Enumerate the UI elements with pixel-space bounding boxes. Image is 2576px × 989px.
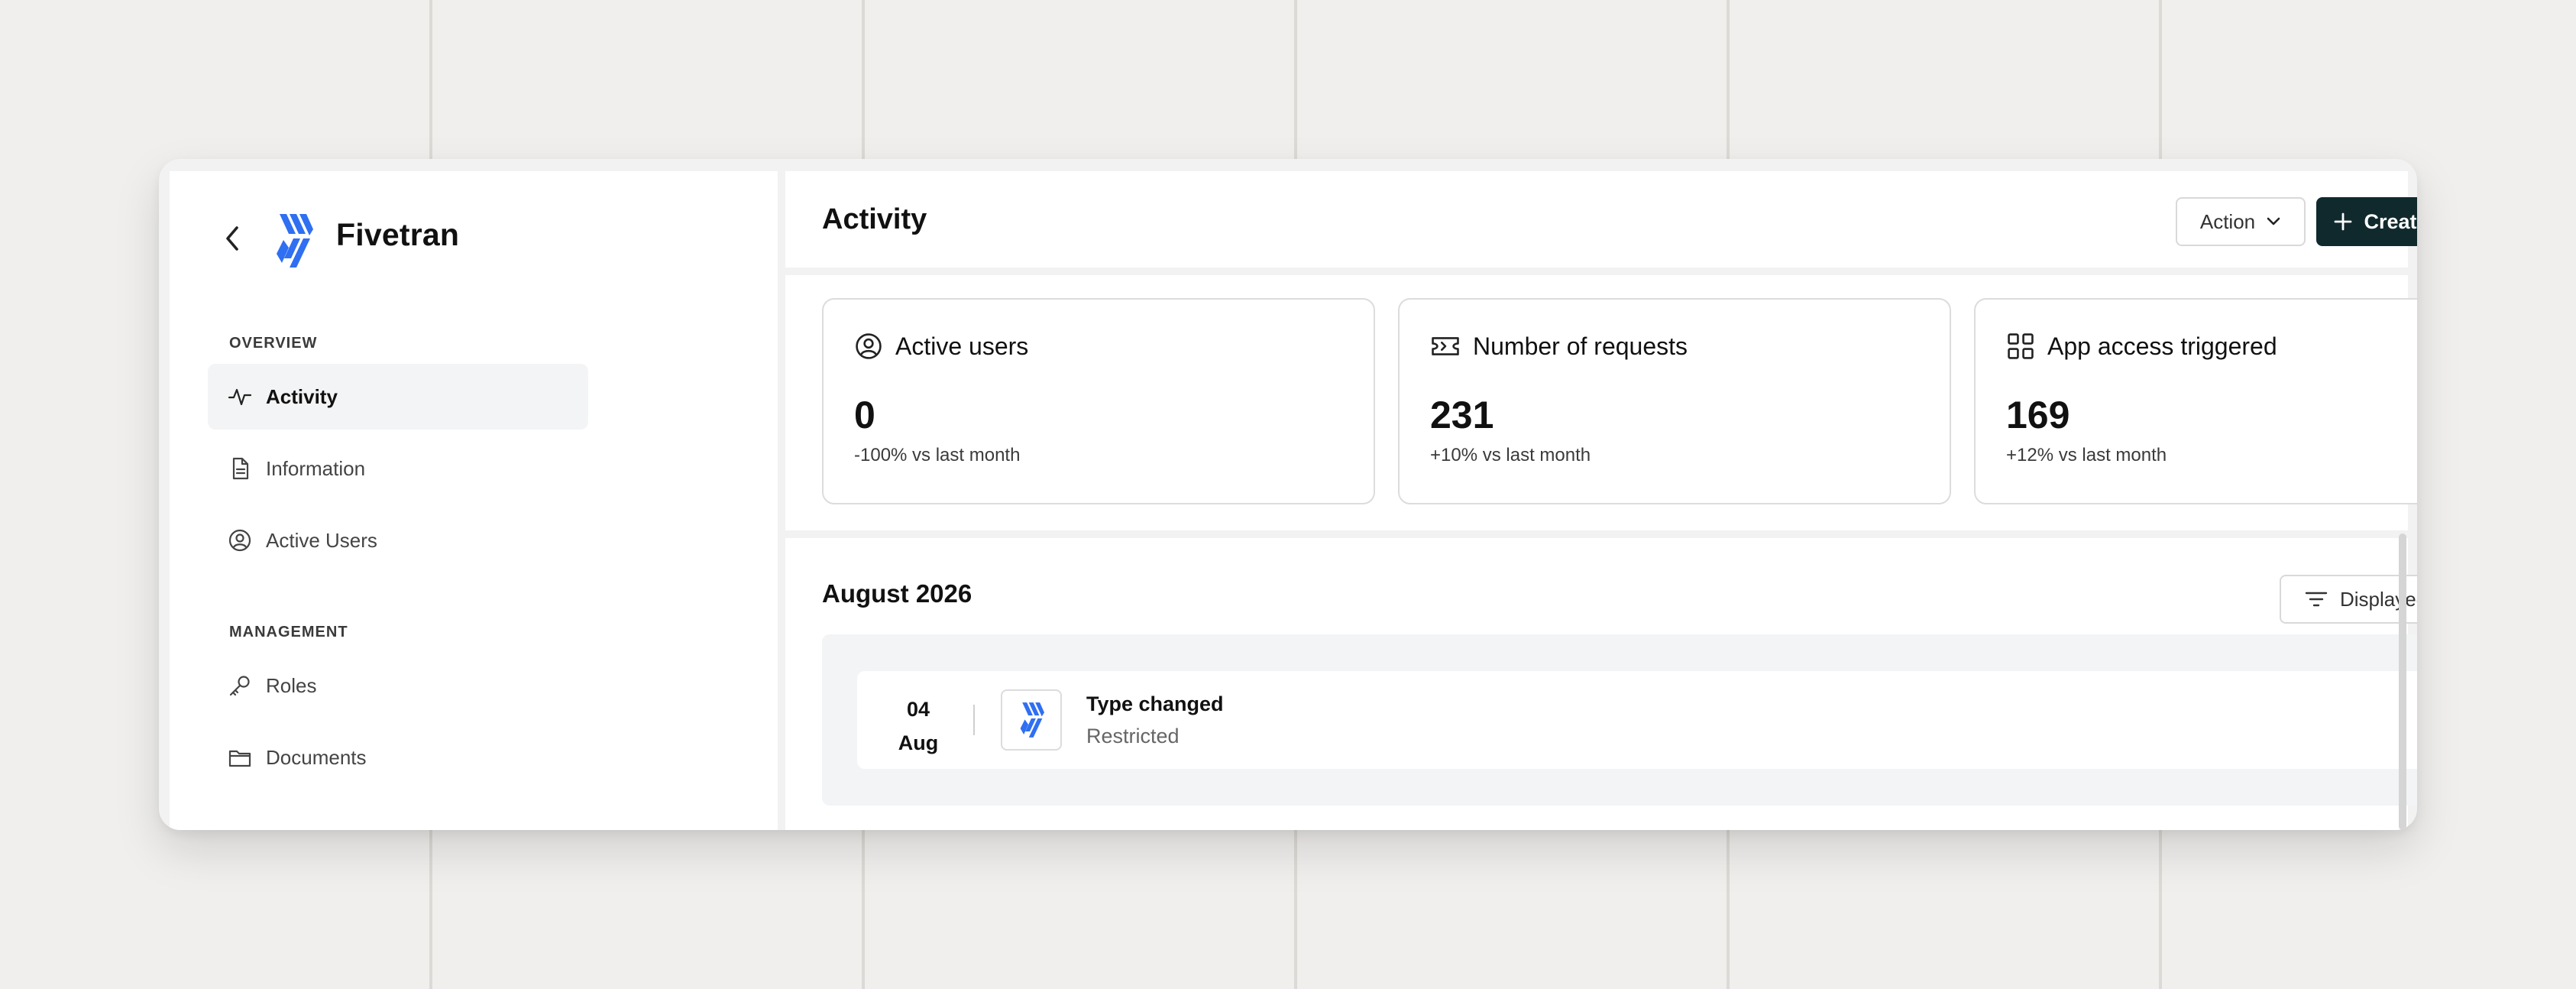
sidebar-item-roles[interactable]: Roles bbox=[208, 653, 588, 718]
folder-icon bbox=[228, 750, 251, 767]
sidebar-item-active-users[interactable]: Active Users bbox=[208, 507, 588, 573]
sidebar-item-label: Documents bbox=[266, 745, 367, 769]
grid-icon bbox=[2008, 333, 2034, 359]
user-circle-icon bbox=[856, 333, 882, 359]
back-button[interactable] bbox=[217, 223, 248, 254]
ticket-icon bbox=[1432, 337, 1459, 355]
main-content: Activity Action Create request Active us… bbox=[785, 171, 2417, 830]
events-list: 04 Aug Type changed Restricted bbox=[822, 634, 2417, 806]
action-label: Action bbox=[2199, 209, 2256, 233]
sidebar-item-label: Active Users bbox=[266, 528, 377, 552]
event-title: Type changed bbox=[1086, 692, 1224, 715]
month-title: August 2026 bbox=[822, 579, 972, 608]
document-icon bbox=[232, 457, 249, 480]
fivetran-logo-icon bbox=[1001, 689, 1062, 751]
stat-card-number-of-requests: Number of requests 231 +10% vs last mont… bbox=[1398, 298, 1951, 504]
divider bbox=[973, 705, 975, 735]
stat-card-active-users: Active users 0 -100% vs last month bbox=[822, 298, 1375, 504]
activity-icon bbox=[228, 388, 252, 406]
sidebar-item-label: Information bbox=[266, 456, 366, 480]
sidebar-item-activity[interactable]: Activity bbox=[208, 364, 588, 430]
event-subtitle: Restricted bbox=[1086, 725, 1180, 747]
sidebar-item-information[interactable]: Information bbox=[208, 436, 588, 501]
scrollbar[interactable] bbox=[2399, 533, 2406, 830]
user-circle-icon bbox=[228, 529, 251, 552]
stats-section: Active users 0 -100% vs last month Numbe… bbox=[785, 275, 2417, 530]
list-item[interactable]: 04 Aug Type changed Restricted bbox=[857, 671, 2417, 769]
section-label-management: MANAGEMENT bbox=[229, 624, 348, 640]
stat-change: -100% vs last month bbox=[854, 445, 1021, 465]
displayed-events-button[interactable]: Displayed events bbox=[2280, 575, 2417, 624]
event-month: Aug bbox=[898, 731, 939, 754]
action-dropdown-button[interactable]: Action bbox=[2176, 197, 2306, 246]
brand-name: Fivetran bbox=[336, 217, 460, 252]
stat-change: +10% vs last month bbox=[1430, 445, 1591, 465]
activity-feed: August 2026 Displayed events 04 Aug bbox=[785, 538, 2417, 830]
event-day: 04 bbox=[906, 698, 930, 721]
sidebar: Fivetran OVERVIEW Activity Information A… bbox=[170, 171, 778, 830]
sidebar-item-label: Activity bbox=[266, 384, 338, 408]
stat-value: 0 bbox=[854, 394, 875, 436]
sidebar-item-documents[interactable]: Documents bbox=[208, 725, 588, 790]
sidebar-item-label: Roles bbox=[266, 673, 317, 697]
stat-value: 231 bbox=[1430, 394, 1494, 436]
create-request-label: Create request bbox=[2364, 209, 2417, 233]
chevron-left-icon bbox=[226, 226, 238, 251]
create-request-button[interactable]: Create request bbox=[2316, 197, 2417, 246]
stat-title: Active users bbox=[895, 332, 1029, 360]
stat-card-app-access-triggered: App access triggered 169 +12% vs last mo… bbox=[1974, 298, 2417, 504]
page-header: Activity Action Create request bbox=[785, 171, 2417, 268]
stat-change: +12% vs last month bbox=[2006, 445, 2167, 465]
app-window: Fivetran OVERVIEW Activity Information A… bbox=[159, 159, 2417, 830]
section-label-overview: OVERVIEW bbox=[229, 335, 318, 352]
stat-title: App access triggered bbox=[2047, 332, 2277, 360]
chevron-down-icon bbox=[2267, 217, 2280, 225]
stat-value: 169 bbox=[2006, 394, 2070, 436]
stat-title: Number of requests bbox=[1473, 332, 1688, 360]
filter-icon bbox=[2305, 592, 2328, 607]
event-date: 04 Aug bbox=[857, 692, 979, 760]
key-icon bbox=[229, 676, 250, 696]
fivetran-logo-icon bbox=[273, 214, 313, 268]
plus-icon bbox=[2335, 212, 2352, 231]
page-title: Activity bbox=[822, 203, 927, 235]
